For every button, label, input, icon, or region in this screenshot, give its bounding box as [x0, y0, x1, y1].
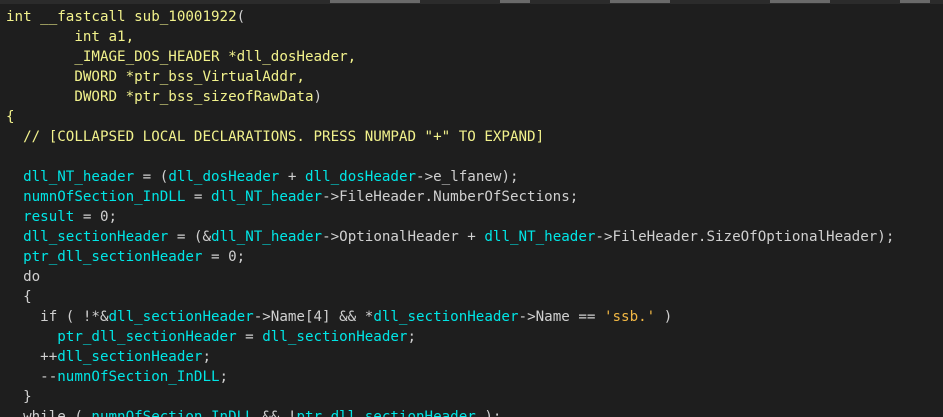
code-token[interactable]: ptr_dll_sectionHeader	[23, 249, 202, 265]
code-line[interactable]: {	[6, 287, 894, 307]
code-line[interactable]: while ( numnOfSection_InDLL && !ptr_dll_…	[6, 407, 894, 417]
top-strip-mark	[610, 0, 670, 3]
code-line[interactable]: if ( !*&dll_sectionHeader->Name[4] && *d…	[6, 307, 894, 327]
code-token: int a1,	[74, 29, 135, 45]
code-token: && !	[253, 409, 297, 417]
code-token: {	[6, 289, 32, 305]
code-token: if ( !*&	[6, 309, 109, 325]
code-line[interactable]: --numnOfSection_InDLL;	[6, 367, 894, 387]
code-token: ->Name ==	[518, 309, 604, 325]
code-line[interactable]: DWORD *ptr_bss_sizeofRawData)	[6, 87, 894, 107]
code-token: --	[6, 369, 58, 385]
code-token: ->e_lfanew);	[416, 169, 519, 185]
code-token: DWORD *ptr_bss_sizeofRawData	[74, 89, 314, 105]
code-token: int __fastcall sub_10001922	[6, 9, 237, 25]
top-strip-mark	[770, 0, 830, 3]
code-line[interactable]: ptr_dll_sectionHeader = dll_sectionHeade…	[6, 327, 894, 347]
code-line[interactable]: DWORD *ptr_bss_VirtualAddr,	[6, 67, 894, 87]
code-line[interactable]: result = 0;	[6, 207, 894, 227]
code-token: ;	[202, 349, 212, 365]
top-strip-mark	[330, 0, 420, 3]
code-line[interactable]: ptr_dll_sectionHeader = 0;	[6, 247, 894, 267]
pseudocode-view[interactable]: int __fastcall sub_10001922( int a1, _IM…	[0, 0, 943, 417]
code-token: 'ssb.'	[603, 309, 656, 325]
code-line[interactable]: dll_sectionHeader = (&dll_NT_header->Opt…	[6, 227, 894, 247]
code-token[interactable]: dll_sectionHeader	[23, 229, 168, 245]
code-token: DWORD *ptr_bss_VirtualAddr,	[74, 69, 305, 85]
code-token: _IMAGE_DOS_HEADER *dll_dosHeader,	[74, 49, 357, 65]
code-line[interactable]: // [COLLAPSED LOCAL DECLARATIONS. PRESS …	[6, 127, 894, 147]
top-strip-mark	[500, 0, 530, 3]
code-line[interactable]: do	[6, 267, 894, 287]
code-line[interactable]: _IMAGE_DOS_HEADER *dll_dosHeader,	[6, 47, 894, 67]
code-token: );	[475, 409, 502, 417]
code-token[interactable]: dll_NT_header	[23, 169, 134, 185]
code-token[interactable]: dll_dosHeader	[305, 169, 416, 185]
code-token: ->FileHeader.NumberOfSections;	[322, 189, 579, 205]
top-strip-mark	[900, 0, 930, 3]
code-token: ++	[6, 349, 58, 365]
code-line[interactable]: ++dll_sectionHeader;	[6, 347, 894, 367]
code-line[interactable]: }	[6, 387, 894, 407]
code-token: {	[6, 109, 15, 125]
code-lines[interactable]: int __fastcall sub_10001922( int a1, _IM…	[6, 7, 894, 417]
code-token[interactable]: dll_sectionHeader	[373, 309, 518, 325]
code-token[interactable]: numnOfSection_InDLL	[91, 409, 253, 417]
code-token[interactable]: dll_NT_header	[484, 229, 595, 245]
code-token: ->OptionalHeader +	[322, 229, 485, 245]
code-token: ->Name[4] && *	[253, 309, 374, 325]
code-token: = (	[134, 169, 169, 185]
code-token: // [COLLAPSED LOCAL DECLARATIONS. PRESS …	[23, 129, 545, 145]
code-token: =	[236, 329, 263, 345]
code-token: = 0;	[74, 209, 118, 225]
code-token[interactable]: dll_sectionHeader	[57, 349, 202, 365]
code-token: )	[313, 89, 323, 105]
code-token[interactable]: dll_sectionHeader	[262, 329, 407, 345]
code-token: ->FileHeader.SizeOfOptionalHeader);	[595, 229, 895, 245]
code-line[interactable]: {	[6, 107, 894, 127]
code-token: +	[279, 169, 305, 185]
code-token: ;	[219, 369, 229, 385]
code-token[interactable]: dll_sectionHeader	[109, 309, 254, 325]
code-token[interactable]: ptr_dll_sectionHeader	[57, 329, 236, 345]
code-token[interactable]: result	[23, 209, 74, 225]
code-line[interactable]	[6, 147, 894, 167]
code-line[interactable]: numnOfSection_InDLL = dll_NT_header->Fil…	[6, 187, 894, 207]
code-token[interactable]: dll_NT_header	[211, 229, 322, 245]
code-token[interactable]: numnOfSection_InDLL	[57, 369, 219, 385]
window-top-strip	[0, 0, 943, 4]
code-token: ;	[407, 329, 417, 345]
code-token: }	[6, 389, 32, 405]
code-token[interactable]: dll_NT_header	[211, 189, 322, 205]
code-line[interactable]: int __fastcall sub_10001922(	[6, 7, 894, 27]
code-line[interactable]: dll_NT_header = (dll_dosHeader + dll_dos…	[6, 167, 894, 187]
code-token[interactable]: dll_dosHeader	[168, 169, 279, 185]
code-token: (	[236, 9, 246, 25]
code-token: = 0;	[202, 249, 246, 265]
code-token: )	[655, 309, 673, 325]
code-token: = (&	[168, 229, 212, 245]
code-token: while (	[6, 409, 92, 417]
code-token: do	[6, 269, 41, 285]
code-line[interactable]: int a1,	[6, 27, 894, 47]
code-token: =	[185, 189, 212, 205]
code-token[interactable]: ptr_dll_sectionHeader	[296, 409, 475, 417]
code-token[interactable]: numnOfSection_InDLL	[23, 189, 185, 205]
